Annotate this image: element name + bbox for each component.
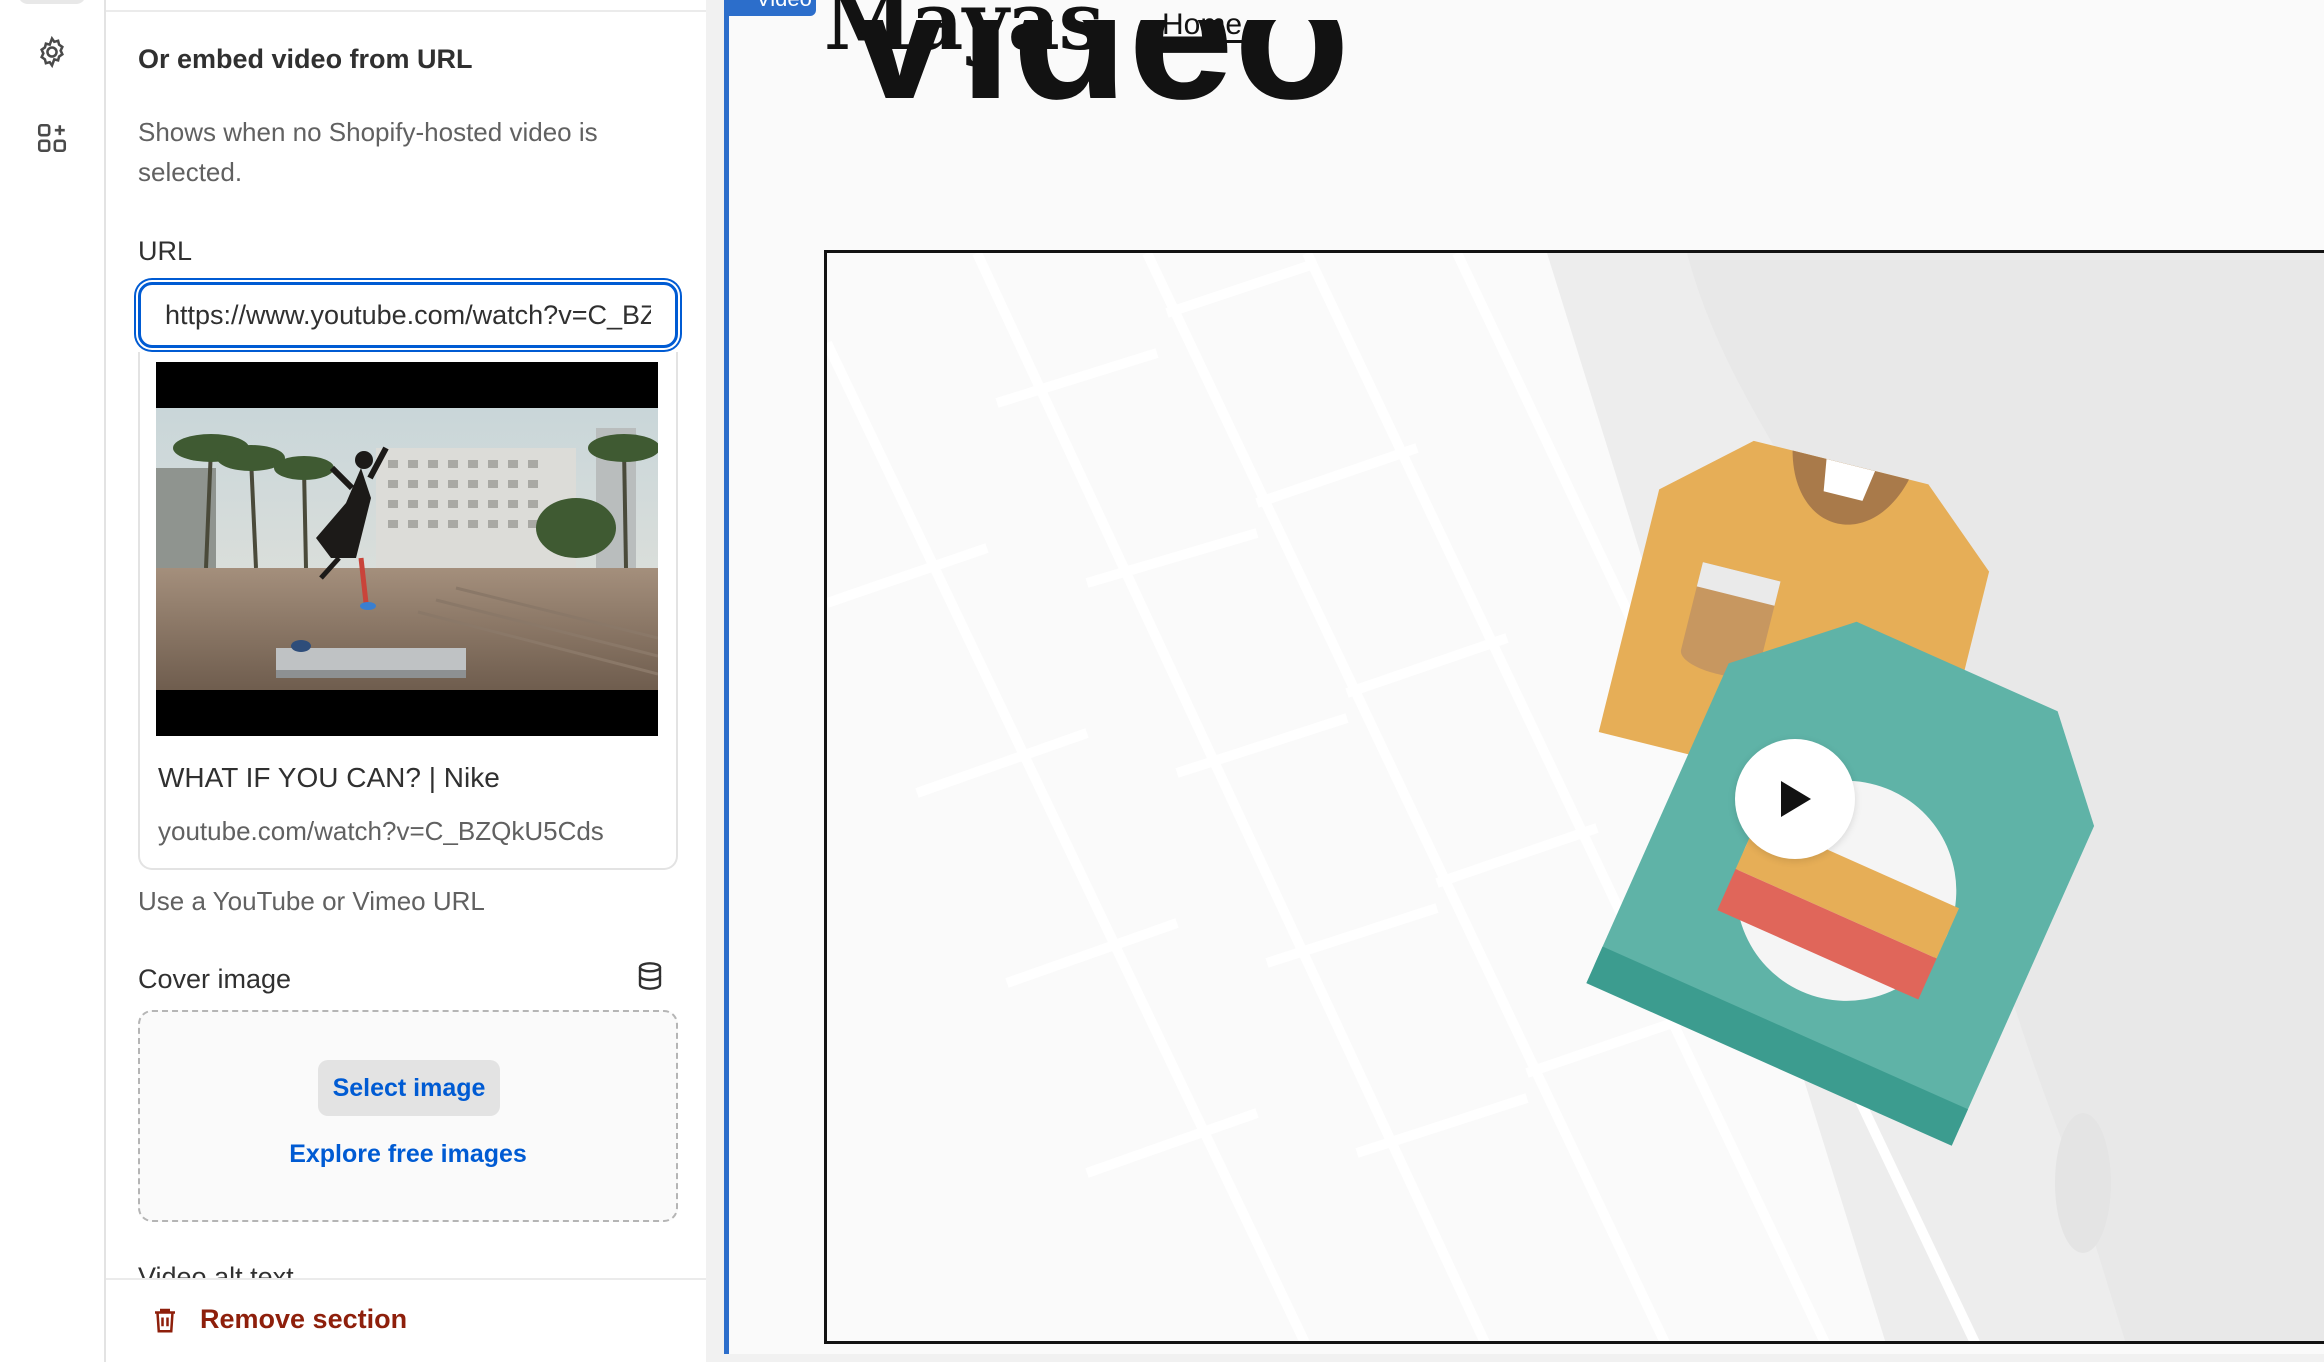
storefront-preview: Video Mayas Home Video bbox=[724, 0, 2324, 1362]
url-input[interactable] bbox=[138, 282, 678, 348]
embed-preview-card: WHAT IF YOU CAN? | Nike youtube.com/watc… bbox=[138, 352, 678, 870]
url-hint-text: Use a YouTube or Vimeo URL bbox=[138, 886, 485, 916]
rail-active-tab-indicator bbox=[18, 0, 86, 4]
section-heading: Or embed video from URL bbox=[138, 44, 473, 74]
panel-preview-gutter bbox=[706, 0, 724, 1362]
explore-free-images-link[interactable]: Explore free images bbox=[140, 1140, 676, 1169]
panel-divider-line bbox=[106, 10, 706, 12]
theme-settings-button[interactable] bbox=[22, 22, 82, 82]
preview-bottom-strip bbox=[724, 1354, 2324, 1362]
cover-image-label: Cover image bbox=[138, 964, 292, 994]
embed-video-title: WHAT IF YOU CAN? | Nike bbox=[158, 762, 500, 793]
trash-icon bbox=[155, 1308, 175, 1332]
remove-section-button[interactable]: Remove section bbox=[150, 1304, 407, 1335]
section-selection-outline bbox=[724, 0, 729, 1362]
section-settings-panel: Or embed video from URL Shows when no Sh… bbox=[106, 0, 706, 1362]
play-button[interactable] bbox=[1735, 739, 1855, 859]
video-player[interactable] bbox=[824, 250, 2324, 1344]
cover-image-dropzone[interactable]: Select image Explore free images bbox=[138, 1010, 678, 1222]
app-embeds-button[interactable] bbox=[22, 108, 82, 168]
select-image-button[interactable]: Select image bbox=[318, 1060, 500, 1116]
video-section-heading: Video bbox=[836, 20, 1350, 170]
remove-section-label: Remove section bbox=[200, 1304, 408, 1334]
embed-video-url: youtube.com/watch?v=C_BZQkU5Cds bbox=[158, 816, 604, 846]
video-section-heading-text: Video bbox=[836, 20, 1350, 139]
gear-icon bbox=[40, 35, 64, 69]
url-label: URL bbox=[138, 236, 193, 266]
play-icon bbox=[1781, 781, 1811, 817]
panel-footer: Remove section bbox=[106, 1278, 706, 1362]
helper-text: Shows when no Shopify-hosted video is se… bbox=[138, 117, 598, 187]
video-thumbnail bbox=[156, 362, 658, 736]
section-selection-tag[interactable]: Video bbox=[728, 0, 816, 16]
video-placeholder-illustration bbox=[827, 253, 2324, 1341]
dynamic-source-icon[interactable] bbox=[634, 960, 666, 992]
apps-add-icon bbox=[37, 123, 67, 153]
icon-rail bbox=[0, 0, 106, 1362]
thumbnail-scene-image bbox=[156, 408, 658, 690]
